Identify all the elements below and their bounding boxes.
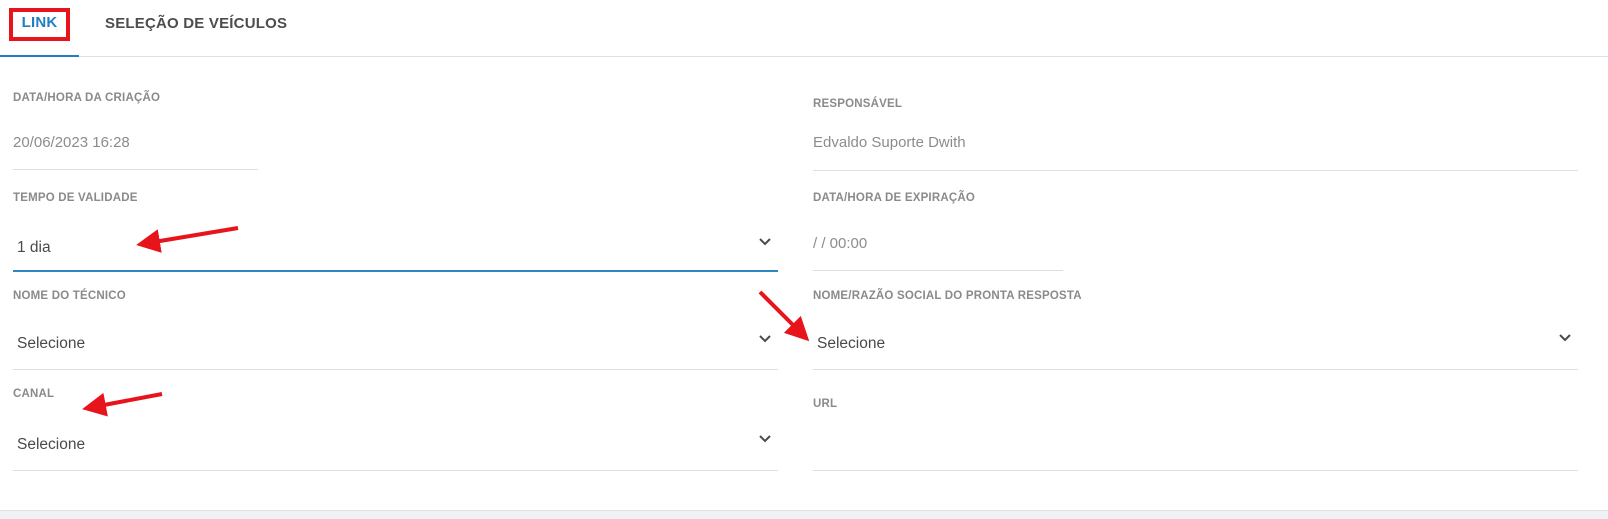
tab-bar: LINK SELEÇÃO DE VEÍCULOS (0, 0, 1608, 57)
responsible-underline (813, 170, 1578, 171)
tab-link[interactable]: LINK (0, 0, 79, 57)
responder-value[interactable]: Selecione (817, 335, 885, 353)
validity-label: TEMPO DE VALIDADE (13, 192, 138, 204)
channel-underline (13, 470, 778, 471)
url-field[interactable]: URL (813, 398, 1578, 472)
technician-label: NOME DO TÉCNICO (13, 290, 126, 302)
responder-label: NOME/RAZÃO SOCIAL DO PRONTA RESPOSTA (813, 290, 1082, 302)
validity-select[interactable]: TEMPO DE VALIDADE 1 dia (13, 192, 778, 272)
expiration-underline (813, 270, 1063, 271)
url-label: URL (813, 398, 838, 410)
technician-underline (13, 369, 778, 370)
tab-vehicle-selection[interactable]: SELEÇÃO DE VEÍCULOS (105, 0, 287, 52)
chevron-down-icon[interactable] (1558, 333, 1572, 343)
channel-label: CANAL (13, 388, 55, 400)
expiration-field: DATA/HORA DE EXPIRAÇÃO / / 00:00 (813, 192, 1063, 272)
channel-select[interactable]: CANAL Selecione (13, 388, 778, 472)
technician-select[interactable]: NOME DO TÉCNICO Selecione (13, 290, 778, 370)
responsible-field: RESPONSÁVEL Edvaldo Suporte Dwith (813, 98, 1578, 172)
tab-link-label: LINK (21, 14, 58, 31)
validity-value[interactable]: 1 dia (17, 239, 51, 257)
url-underline (813, 470, 1578, 471)
responder-select[interactable]: NOME/RAZÃO SOCIAL DO PRONTA RESPOSTA Sel… (813, 290, 1578, 370)
channel-value[interactable]: Selecione (17, 436, 85, 454)
expiration-label: DATA/HORA DE EXPIRAÇÃO (813, 192, 975, 204)
responsible-value: Edvaldo Suporte Dwith (813, 134, 966, 151)
chevron-down-icon[interactable] (758, 237, 772, 247)
tab-vehicle-selection-label: SELEÇÃO DE VEÍCULOS (105, 15, 288, 32)
responsible-label: RESPONSÁVEL (813, 98, 903, 110)
created-at-value: 20/06/2023 16:28 (13, 134, 130, 151)
created-at-field: DATA/HORA DA CRIAÇÃO 20/06/2023 16:28 (13, 92, 258, 170)
responder-underline (813, 369, 1578, 370)
chevron-down-icon[interactable] (758, 434, 772, 444)
validity-underline (13, 270, 778, 272)
technician-value[interactable]: Selecione (17, 335, 85, 353)
chevron-down-icon[interactable] (758, 334, 772, 344)
created-at-underline (13, 169, 258, 170)
expiration-value: / / 00:00 (813, 235, 868, 252)
created-at-label: DATA/HORA DA CRIAÇÃO (13, 92, 161, 104)
